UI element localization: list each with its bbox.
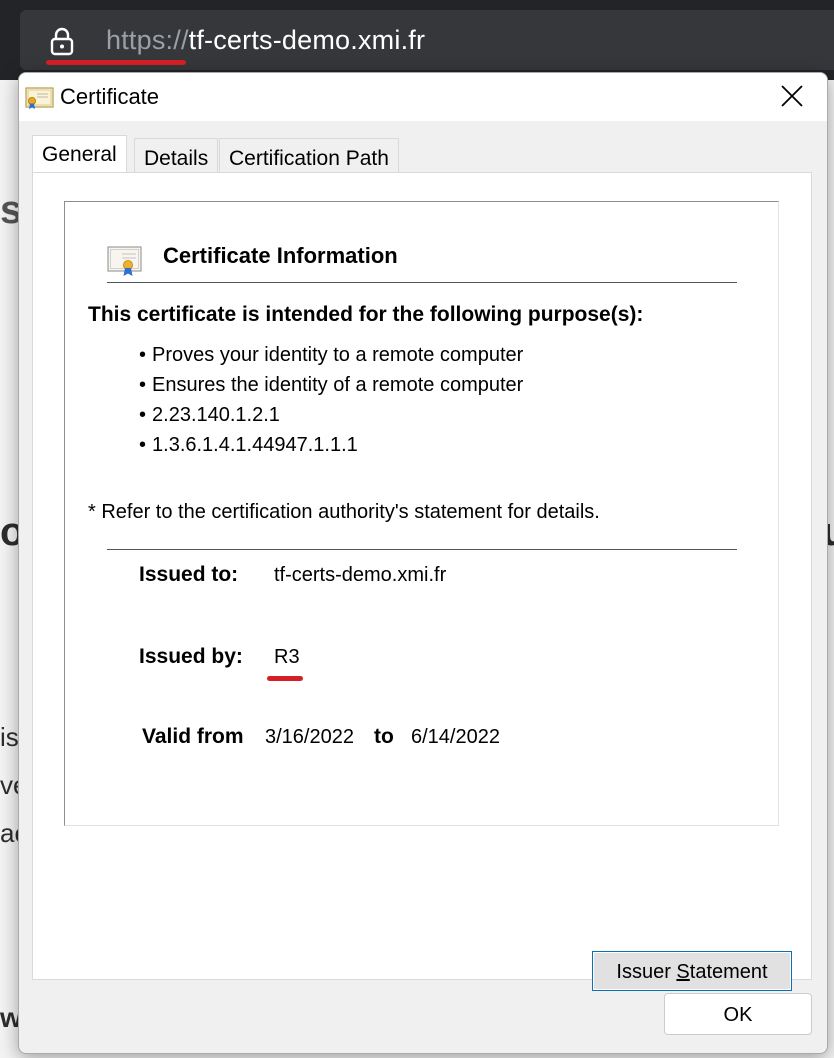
- purpose-item: 2.23.140.1.2.1: [139, 400, 523, 430]
- purpose-item: Proves your identity to a remote compute…: [139, 340, 523, 370]
- certificate-information-title: Certificate Information: [163, 243, 398, 268]
- issued-by-value: R3: [274, 646, 300, 668]
- issuer-statement-button[interactable]: Issuer Statement: [592, 951, 792, 991]
- dialog-titlebar[interactable]: Certificate: [19, 73, 827, 121]
- issuer-statement-accelerator: S: [676, 961, 690, 983]
- certificate-dialog: Certificate General Details Certificatio…: [18, 72, 828, 1054]
- valid-to-value: 6/14/2022: [411, 726, 500, 748]
- url-scheme: https://: [106, 25, 189, 55]
- divider: [107, 549, 737, 550]
- url-host: tf-certs-demo.xmi.fr: [188, 25, 426, 55]
- bg-text-fragment: wi: [0, 1002, 18, 1033]
- purpose-list: Proves your identity to a remote compute…: [139, 340, 523, 460]
- valid-from-value: 3/16/2022: [265, 726, 354, 748]
- issued-by-label: Issued by:: [139, 645, 243, 668]
- valid-to-label: to: [374, 725, 394, 748]
- issued-to-label: Issued to:: [139, 563, 239, 586]
- ok-button[interactable]: OK: [664, 993, 812, 1035]
- tab-certification-path[interactable]: Certification Path: [219, 138, 399, 172]
- tab-general[interactable]: General: [32, 135, 127, 172]
- annotation-underline-issuer: [267, 676, 303, 681]
- tab-panel-general: Certificate Information This certificate…: [32, 172, 812, 991]
- purpose-item: Ensures the identity of a remote compute…: [139, 370, 523, 400]
- issued-to-value: tf-certs-demo.xmi.fr: [274, 564, 447, 586]
- issuer-statement-label-pre: Issuer: [616, 961, 677, 983]
- tab-details[interactable]: Details: [134, 138, 219, 172]
- issuer-statement-label-post: tatement: [689, 961, 768, 983]
- browser-toolbar: https://tf-certs-demo.xmi.fr: [0, 0, 834, 80]
- bg-text-fragment: s: [0, 188, 18, 232]
- certificate-information-box: Certificate Information This certificate…: [64, 201, 779, 826]
- lock-icon[interactable]: [48, 26, 76, 56]
- purpose-item: 1.3.6.1.4.1.44947.1.1.1: [139, 430, 523, 460]
- dialog-title: Certificate: [60, 84, 160, 109]
- purpose-heading: This certificate is intended for the fol…: [88, 303, 644, 326]
- close-button[interactable]: [769, 75, 817, 119]
- valid-from-label: Valid from: [142, 725, 244, 748]
- url-text[interactable]: https://tf-certs-demo.xmi.fr: [106, 22, 425, 58]
- close-icon: [781, 85, 803, 107]
- certificate-icon: [25, 87, 54, 109]
- bg-text-fragment: o: [0, 510, 18, 554]
- ca-statement-note: * Refer to the certification authority's…: [88, 501, 600, 523]
- divider: [107, 282, 737, 283]
- certificate-icon: [107, 246, 142, 276]
- annotation-underline-https: [46, 60, 186, 65]
- bg-text-fragment: is: [0, 722, 18, 752]
- bg-text-fragment: ve: [0, 770, 18, 800]
- bg-text-fragment: ac: [0, 818, 18, 848]
